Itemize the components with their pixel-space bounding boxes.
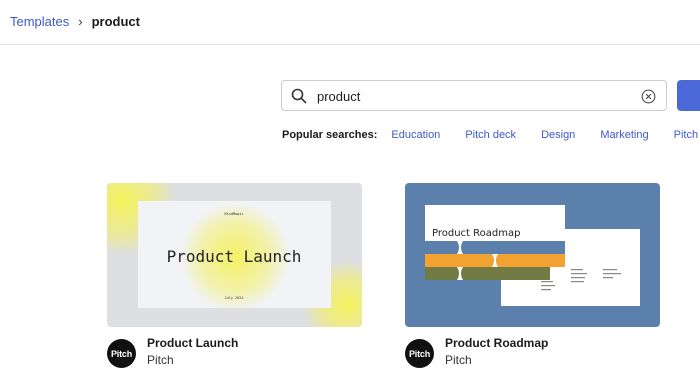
- template-title[interactable]: Product Launch: [147, 336, 238, 350]
- popular-searches-label: Popular searches:: [282, 129, 378, 141]
- template-card-product-launch[interactable]: MindMagic Product Launch July 2024 Pitch…: [107, 183, 362, 385]
- template-author: Pitch: [445, 353, 472, 367]
- breadcrumb-separator-icon: ›: [78, 14, 83, 29]
- template-title[interactable]: Product Roadmap: [445, 336, 548, 350]
- thumb-heading: Product Roadmap: [432, 228, 520, 239]
- template-thumbnail[interactable]: Product Roadmap: [405, 183, 660, 327]
- search-input[interactable]: product: [281, 80, 667, 111]
- popular-search-pitch-decks[interactable]: Pitch decks: [674, 129, 700, 141]
- template-author: Pitch: [147, 353, 174, 367]
- search-icon: [291, 88, 307, 104]
- product-roadmap-preview: Product Roadmap: [425, 205, 640, 306]
- popular-search-marketing[interactable]: Marketing: [600, 129, 648, 141]
- template-card-product-roadmap[interactable]: Product Roadmap Pitch Product Roadmap Pi…: [405, 183, 660, 385]
- breadcrumb: Templates › product: [10, 14, 140, 29]
- breadcrumb-current: product: [91, 14, 140, 29]
- clear-search-icon[interactable]: [641, 89, 656, 104]
- thumb-heading: Product Launch: [167, 247, 302, 266]
- author-avatar: Pitch: [405, 339, 434, 368]
- product-launch-preview: MindMagic Product Launch July 2024: [107, 183, 362, 327]
- top-bar: Templates › product: [0, 0, 700, 45]
- search-button[interactable]: [677, 80, 700, 111]
- search-value[interactable]: product: [317, 89, 360, 104]
- thumb-date: July 2024: [225, 296, 244, 300]
- popular-searches: Popular searches: Education Pitch deck D…: [282, 129, 700, 141]
- popular-search-education[interactable]: Education: [391, 129, 440, 141]
- template-meta: Pitch Product Roadmap Pitch: [405, 335, 660, 385]
- template-meta: Pitch Product Launch Pitch: [107, 335, 362, 385]
- template-thumbnail[interactable]: MindMagic Product Launch July 2024: [107, 183, 362, 327]
- breadcrumb-templates-link[interactable]: Templates: [10, 14, 69, 29]
- thumb-brand: MindMagic: [225, 212, 244, 216]
- popular-search-design[interactable]: Design: [541, 129, 575, 141]
- author-avatar: Pitch: [107, 339, 136, 368]
- popular-search-pitch-deck[interactable]: Pitch deck: [465, 129, 516, 141]
